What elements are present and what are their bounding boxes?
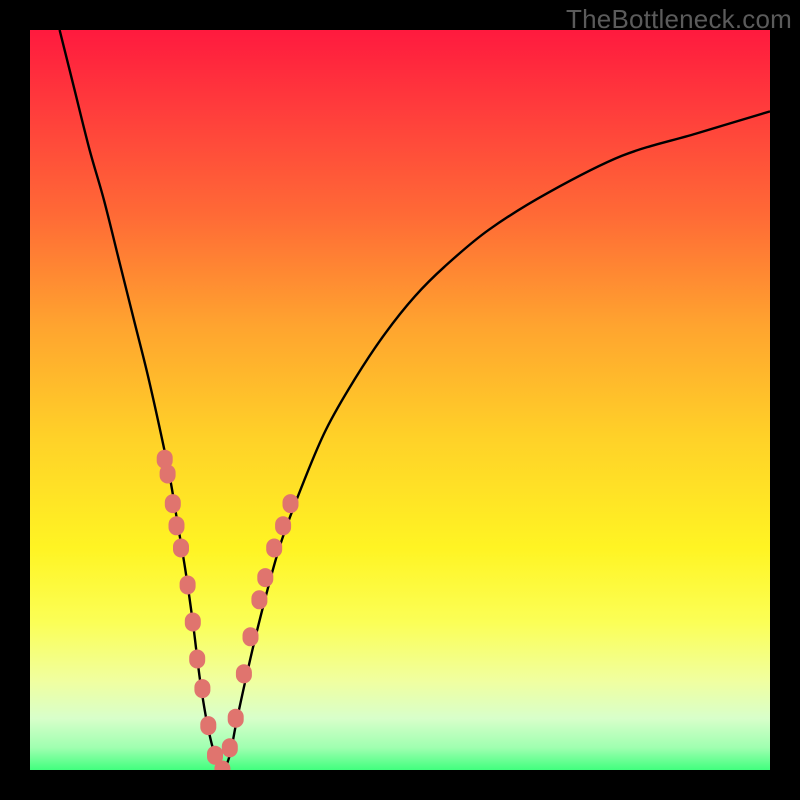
- marker-dot: [222, 738, 238, 757]
- marker-dot: [173, 539, 189, 558]
- marker-dot: [275, 516, 291, 535]
- marker-dot: [180, 576, 196, 595]
- marker-dot: [189, 650, 205, 669]
- watermark-text: TheBottleneck.com: [566, 4, 792, 35]
- chart-overlay: [30, 30, 770, 770]
- marker-dot: [251, 590, 267, 609]
- marker-dot: [200, 716, 216, 735]
- marker-dot: [185, 613, 201, 632]
- marker-dot: [236, 664, 252, 683]
- marker-dot: [194, 679, 210, 698]
- marker-dot: [257, 568, 273, 587]
- marker-dot: [165, 494, 181, 513]
- marker-dot: [160, 465, 176, 484]
- marker-dot: [283, 494, 299, 513]
- marker-dot: [169, 516, 185, 535]
- curve-markers: [157, 450, 299, 770]
- chart-frame: TheBottleneck.com: [0, 0, 800, 800]
- marker-dot: [266, 539, 282, 558]
- bottleneck-curve: [60, 30, 770, 770]
- marker-dot: [228, 709, 244, 728]
- marker-dot: [243, 627, 259, 646]
